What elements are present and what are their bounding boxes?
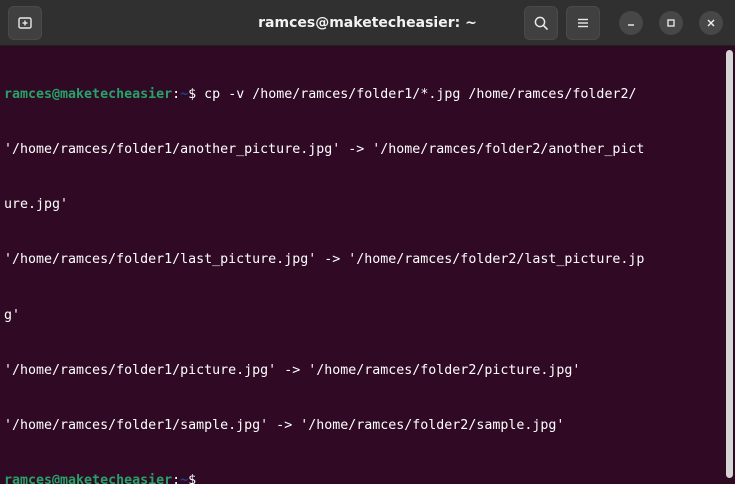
prompt-line: ramces@maketecheasier:~$	[4, 472, 724, 484]
output-line: '/home/ramces/folder1/another_picture.jp…	[4, 142, 645, 158]
close-icon	[707, 19, 715, 27]
output-line: '/home/ramces/folder1/picture.jpg' -> '/…	[4, 362, 581, 378]
new-tab-icon	[18, 17, 32, 29]
prompt-symbol: $	[188, 86, 205, 102]
minimize-button[interactable]	[619, 11, 643, 35]
scrollbar[interactable]	[726, 50, 733, 478]
output-line: ure.jpg'	[4, 197, 69, 213]
close-button[interactable]	[699, 11, 723, 35]
output-line: '/home/ramces/folder1/sample.jpg' -> '/h…	[4, 418, 565, 434]
hamburger-menu-icon	[578, 18, 588, 28]
prompt-path: ~	[180, 86, 189, 102]
prompt-path: ~	[180, 473, 189, 484]
new-tab-button[interactable]	[8, 6, 42, 40]
output-line: '/home/ramces/folder1/last_picture.jpg' …	[4, 252, 645, 268]
command-text: cp -v /home/ramces/folder1/*.jpg /home/r…	[204, 86, 637, 102]
menu-button[interactable]	[566, 6, 600, 40]
prompt-colon: :	[172, 473, 181, 484]
maximize-icon	[667, 19, 675, 27]
prompt-symbol: $	[188, 473, 197, 484]
search-icon	[534, 16, 548, 30]
terminal-output[interactable]: ramces@maketecheasier:~$ cp -v /home/ram…	[0, 46, 724, 484]
prompt-user: ramces@maketecheasier	[4, 473, 173, 484]
title-bar: ramces@maketecheasier: ~	[0, 0, 735, 46]
prompt-colon: :	[172, 86, 181, 102]
terminal-window: ramces@maketecheasier: ~ ramces@maketech…	[0, 0, 735, 484]
search-button[interactable]	[524, 6, 558, 40]
command-line: ramces@maketecheasier:~$ cp -v /home/ram…	[4, 86, 724, 104]
output-line: g'	[4, 307, 21, 323]
minimize-icon	[628, 24, 634, 26]
maximize-button[interactable]	[659, 11, 683, 35]
prompt-user: ramces@maketecheasier	[4, 86, 173, 102]
